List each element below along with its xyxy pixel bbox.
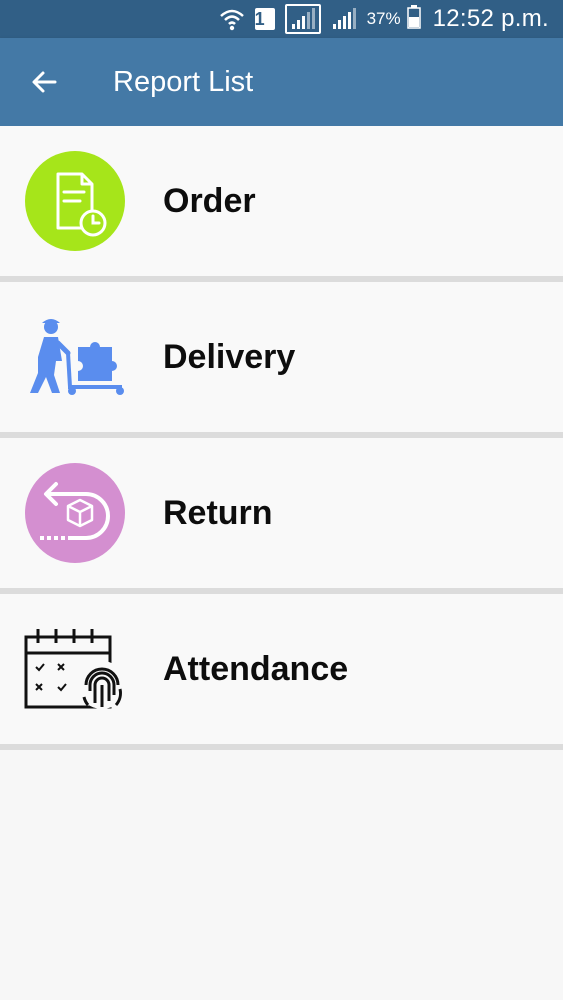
signal-icon	[331, 7, 357, 31]
wifi-icon	[219, 7, 245, 31]
status-bar: 1 37% 12:52 p.m.	[0, 0, 563, 38]
back-button[interactable]	[17, 55, 71, 109]
app-bar: Report List	[0, 38, 563, 126]
report-list: Order Delivery Return Attendance	[0, 126, 563, 750]
list-item-attendance[interactable]: Attendance	[0, 594, 563, 744]
list-item-label: Return	[163, 493, 273, 532]
order-document-clock-icon	[24, 150, 126, 252]
list-item-label: Delivery	[163, 337, 296, 376]
battery-icon	[406, 4, 421, 34]
battery-percent: 37%	[366, 9, 401, 28]
list-item-label: Attendance	[163, 649, 349, 688]
divider	[0, 744, 563, 750]
list-item-label: Order	[163, 181, 256, 220]
signal-icon	[284, 4, 321, 34]
delivery-pallet-jack-icon	[24, 306, 126, 408]
sim-icon: 1	[254, 8, 275, 30]
attendance-calendar-fingerprint-icon	[24, 618, 126, 720]
arrow-left-icon	[32, 71, 57, 93]
list-item-order[interactable]: Order	[0, 126, 563, 276]
clock: 12:52 p.m.	[432, 5, 549, 32]
page-title: Report List	[113, 65, 254, 98]
return-box-arrow-icon	[24, 462, 126, 564]
list-item-delivery[interactable]: Delivery	[0, 282, 563, 432]
list-item-return[interactable]: Return	[0, 438, 563, 588]
